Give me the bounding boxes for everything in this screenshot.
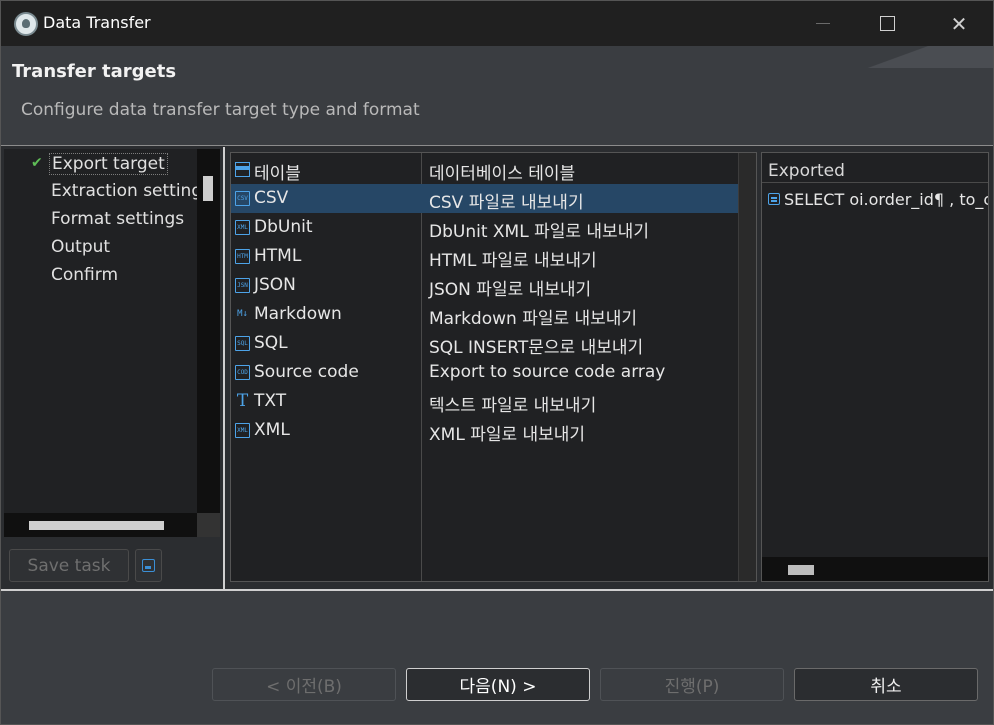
table-icon	[235, 162, 250, 177]
target-description: Export to source code array	[429, 362, 666, 382]
xml-icon: XML	[235, 220, 250, 235]
steps-horizontal-scrollbar[interactable]	[4, 513, 197, 537]
close-icon: ✕	[950, 11, 968, 36]
step-confirm[interactable]: Confirm	[51, 265, 118, 285]
table-row[interactable]: SQL SQL SQL INSERT문으로 내보내기	[231, 329, 738, 358]
exported-horizontal-scrollbar[interactable]	[762, 557, 988, 581]
next-button[interactable]: 다음(N) >	[406, 668, 590, 701]
wizard-header: Transfer targets Configure data transfer…	[1, 46, 993, 146]
task-icon	[142, 559, 155, 572]
table-row[interactable]: HTM HTML HTML 파일로 내보내기	[231, 242, 738, 271]
title-bar: Data Transfer ✕	[1, 1, 993, 46]
target-name: 테이블	[254, 164, 301, 184]
minimize-button[interactable]	[793, 1, 853, 46]
exported-query-item[interactable]: SELECT oi.order_id¶ , to_c	[768, 190, 989, 209]
proceed-button[interactable]: 진행(P)	[600, 668, 784, 701]
panel-divider	[223, 147, 225, 589]
maximize-button[interactable]	[857, 1, 917, 46]
target-name: SQL	[254, 333, 288, 353]
target-description: HTML 파일로 내보내기	[429, 251, 597, 271]
scroll-thumb[interactable]	[29, 521, 164, 530]
xml-icon: XML	[235, 423, 250, 438]
save-task-button[interactable]: Save task	[9, 549, 129, 582]
target-description: 텍스트 파일로 내보내기	[429, 396, 597, 416]
text-icon: T	[236, 391, 249, 411]
target-name: DbUnit	[254, 217, 313, 237]
target-description: DbUnit XML 파일로 내보내기	[429, 222, 649, 242]
steps-vertical-scrollbar[interactable]	[197, 149, 220, 513]
minimize-icon	[816, 23, 830, 24]
html-icon: HTM	[235, 249, 250, 264]
step-export-target[interactable]: Export target	[49, 153, 168, 175]
target-name: HTML	[254, 246, 302, 266]
table-row[interactable]: COD Source code Export to source code ar…	[231, 358, 738, 387]
task-config-button[interactable]	[135, 549, 162, 582]
back-button[interactable]: < 이전(B)	[212, 668, 396, 701]
table-row[interactable]: M↓ Markdown Markdown 파일로 내보내기	[231, 300, 738, 329]
exported-panel: Exported SELECT oi.order_id¶ , to_c	[761, 152, 989, 582]
maximize-icon	[879, 16, 895, 31]
target-description: SQL INSERT문으로 내보내기	[429, 338, 644, 358]
markdown-icon: M↓	[237, 309, 248, 319]
page-description: Configure data transfer target type and …	[21, 100, 420, 120]
table-row[interactable]: 테이블 데이터베이스 테이블	[231, 155, 738, 184]
table-row[interactable]: CSV CSV CSV 파일로 내보내기	[231, 184, 738, 213]
exported-header: Exported	[762, 153, 988, 183]
table-row[interactable]: T TXT 텍스트 파일로 내보내기	[231, 387, 738, 416]
table-row[interactable]: JSN JSON JSON 파일로 내보내기	[231, 271, 738, 300]
target-name: Source code	[254, 362, 359, 382]
wizard-footer: < 이전(B) 다음(N) > 진행(P) 취소	[1, 591, 993, 724]
header-decoration	[843, 46, 993, 68]
target-name: Markdown	[254, 304, 342, 324]
target-description: Markdown 파일로 내보내기	[429, 309, 638, 329]
target-description: 데이터베이스 테이블	[429, 164, 576, 184]
target-name: TXT	[254, 391, 287, 411]
window-title: Data Transfer	[43, 13, 151, 32]
table-row[interactable]: XML DbUnit DbUnit XML 파일로 내보내기	[231, 213, 738, 242]
scroll-thumb[interactable]	[788, 565, 814, 575]
target-description: JSON 파일로 내보내기	[429, 280, 592, 300]
json-icon: JSN	[235, 278, 250, 293]
page-title: Transfer targets	[12, 61, 177, 82]
sql-icon: SQL	[235, 336, 250, 351]
target-name: CSV	[254, 188, 289, 208]
step-output[interactable]: Output	[51, 237, 110, 257]
table-row[interactable]: XML XML XML 파일로 내보내기	[231, 416, 738, 445]
step-format-settings[interactable]: Format settings	[51, 209, 184, 229]
target-type-table: 테이블 데이터베이스 테이블 CSV CSV CSV 파일로 내보내기 XML …	[230, 152, 757, 582]
cancel-button[interactable]: 취소	[794, 668, 978, 701]
target-name: XML	[254, 420, 290, 440]
query-icon	[768, 193, 780, 205]
target-description: XML 파일로 내보내기	[429, 425, 586, 445]
wizard-steps-panel: ✔ Export target Extraction settings Form…	[4, 149, 220, 537]
checkmark-icon: ✔	[31, 155, 43, 171]
table-vertical-scrollbar[interactable]	[738, 153, 756, 581]
step-extraction-settings[interactable]: Extraction settings	[51, 181, 211, 201]
target-description: CSV 파일로 내보내기	[429, 193, 584, 213]
scroll-thumb[interactable]	[203, 176, 213, 201]
csv-icon: CSV	[235, 191, 250, 206]
scroll-corner	[197, 513, 220, 537]
target-name: JSON	[254, 275, 296, 295]
wizard-body: ✔ Export target Extraction settings Form…	[1, 147, 993, 589]
code-icon: COD	[235, 365, 250, 380]
close-button[interactable]: ✕	[929, 1, 989, 46]
exported-query-text: SELECT oi.order_id¶ , to_c	[784, 190, 989, 209]
app-logo-icon	[14, 12, 38, 36]
data-transfer-window: Data Transfer ✕ Transfer targets Configu…	[0, 0, 994, 725]
